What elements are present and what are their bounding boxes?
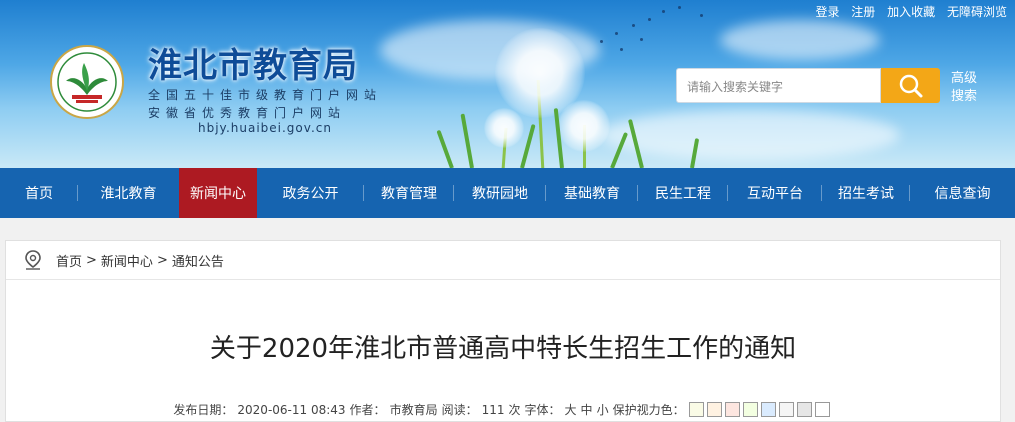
nav-item-education-management[interactable]: 教育管理 bbox=[364, 168, 454, 218]
cloud-decoration bbox=[720, 20, 880, 60]
nav-item-interaction[interactable]: 互动平台 bbox=[728, 168, 822, 218]
article-title: 关于2020年淮北市普通高中特长生招生工作的通知 bbox=[209, 334, 797, 364]
nav-item-huaibei-education[interactable]: 淮北教育 bbox=[78, 168, 180, 218]
seed-decoration bbox=[632, 24, 635, 27]
breadcrumb-separator: > bbox=[156, 252, 168, 268]
eye-protection-label: 保护视力色： bbox=[612, 403, 685, 417]
font-size-medium[interactable]: 中 bbox=[581, 401, 593, 418]
seed-decoration bbox=[620, 48, 623, 51]
font-size-label: 字体： bbox=[524, 403, 561, 417]
publish-date: 2020-06-11 08:43 bbox=[237, 402, 346, 417]
reads-unit: 次 bbox=[508, 403, 521, 417]
author: 市教育局 bbox=[389, 403, 438, 417]
location-pin-icon bbox=[25, 250, 41, 270]
read-count: 111 bbox=[481, 402, 505, 417]
author-label: 作者： bbox=[349, 403, 386, 417]
seed-decoration bbox=[662, 10, 665, 13]
nav-item-government-affairs[interactable]: 政务公开 bbox=[257, 168, 364, 218]
site-title[interactable]: 淮北市教育局 bbox=[148, 38, 358, 87]
nav-item-home[interactable]: 首页 bbox=[0, 168, 78, 218]
search-box bbox=[676, 68, 881, 103]
grass-decoration bbox=[460, 113, 474, 168]
cloud-decoration bbox=[600, 110, 900, 160]
dandelion-decoration bbox=[558, 100, 610, 152]
article-panel: 首页 > 新闻中心 > 通知公告 关于2020年淮北市普通高中特长生招生工作的通… bbox=[5, 240, 1001, 422]
font-size-large[interactable]: 大 bbox=[565, 401, 577, 418]
seed-decoration bbox=[615, 32, 618, 35]
login-link[interactable]: 登录 bbox=[815, 5, 839, 19]
reads-label: 阅读： bbox=[441, 403, 478, 417]
nav-item-livelihood[interactable]: 民生工程 bbox=[638, 168, 728, 218]
search-input[interactable] bbox=[685, 70, 879, 103]
search-icon bbox=[899, 74, 922, 97]
breadcrumb: 首页 > 新闻中心 > 通知公告 bbox=[6, 241, 1000, 280]
site-domain: hbjy.huaibei.gov.cn bbox=[198, 121, 332, 135]
nav-item-enrollment-exams[interactable]: 招生考试 bbox=[822, 168, 910, 218]
article-meta: 发布日期： 2020-06-11 08:43 作者： 市教育局 阅读： 111 … bbox=[6, 401, 1000, 418]
breadcrumb-separator: > bbox=[86, 252, 97, 268]
date-label: 发布日期： bbox=[173, 403, 234, 417]
register-link[interactable]: 注册 bbox=[851, 5, 875, 19]
breadcrumb-home[interactable]: 首页 bbox=[56, 251, 82, 270]
site-subtitle-2: 安徽省优秀教育门户网站 bbox=[148, 106, 347, 120]
grass-decoration bbox=[436, 129, 454, 168]
advanced-search-link[interactable]: 高级搜索 bbox=[951, 70, 983, 106]
top-links: 登录 注册 加入收藏 无障碍浏览 bbox=[807, 3, 1007, 20]
education-bureau-emblem bbox=[50, 45, 124, 119]
nav-item-teaching-research[interactable]: 教研园地 bbox=[454, 168, 546, 218]
accessibility-link[interactable]: 无障碍浏览 bbox=[947, 5, 1007, 19]
breadcrumb-notices[interactable]: 通知公告 bbox=[172, 251, 224, 270]
seed-decoration bbox=[648, 18, 651, 21]
add-favorite-link[interactable]: 加入收藏 bbox=[887, 5, 935, 19]
seed-decoration bbox=[700, 14, 703, 17]
dandelion-decoration bbox=[484, 108, 524, 148]
nav-item-news-center[interactable]: 新闻中心 bbox=[179, 168, 257, 218]
main-nav: 首页 淮北教育 新闻中心 政务公开 教育管理 教研园地 基础教育 民生工程 互动… bbox=[0, 168, 1015, 218]
seed-decoration bbox=[600, 40, 603, 43]
breadcrumb-news-center[interactable]: 新闻中心 bbox=[101, 251, 153, 270]
nav-item-info-query[interactable]: 信息查询 bbox=[910, 168, 1015, 218]
seed-decoration bbox=[678, 6, 681, 9]
font-size-small[interactable]: 小 bbox=[597, 401, 609, 418]
site-header: 淮北市教育局 全国五十佳市级教育门户网站 安徽省优秀教育门户网站 hbjy.hu… bbox=[0, 0, 1015, 168]
nav-item-basic-education[interactable]: 基础教育 bbox=[546, 168, 638, 218]
seed-decoration bbox=[640, 38, 643, 41]
search-button[interactable] bbox=[881, 68, 940, 103]
site-subtitle-1: 全国五十佳市级教育门户网站 bbox=[148, 88, 383, 102]
